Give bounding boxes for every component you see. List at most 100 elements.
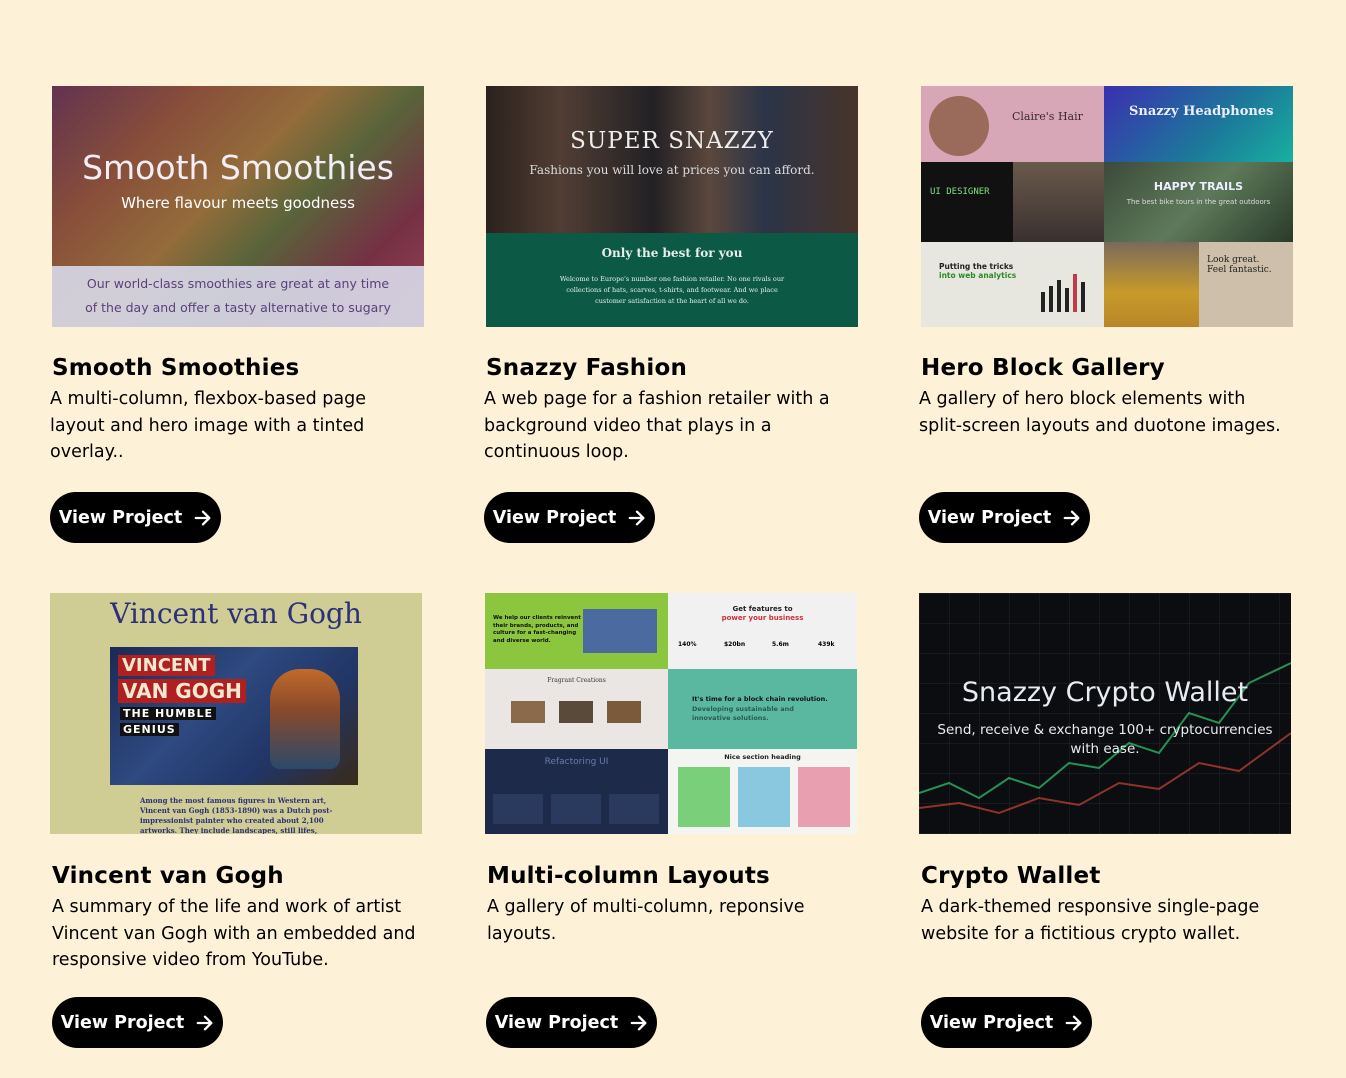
card-placeholder	[493, 794, 543, 824]
project-title: Vincent van Gogh	[52, 863, 284, 889]
button-label: View Project	[492, 507, 617, 528]
project-description: A multi-column, flexbox-based page layou…	[50, 389, 366, 462]
project-title: Multi-column Layouts	[487, 863, 770, 889]
thumb-heading: Snazzy Crypto Wallet	[961, 677, 1249, 708]
arrow-right-icon	[1063, 510, 1080, 525]
card-placeholder	[798, 767, 850, 827]
claires-hair-cell: Claire's Hair	[921, 86, 1104, 162]
portrait-image	[929, 96, 989, 156]
quadrant-title: Refactoring UI	[544, 757, 609, 767]
project-card-multi-column: We help our clients reinvent their brand…	[485, 593, 859, 947]
cell-subtitle: The best bike tours in the great outdoor…	[1126, 198, 1271, 206]
cell-title: into web analytics	[939, 271, 1017, 280]
card-placeholder	[738, 767, 790, 827]
view-project-button[interactable]: View Project	[484, 492, 655, 543]
thumb-heading: Smooth Smoothies	[82, 148, 394, 187]
button-label: View Project	[494, 1012, 619, 1033]
stat: 140%	[678, 641, 697, 648]
thumb-tagline: Where flavour meets goodness	[121, 194, 355, 212]
photo-placeholder	[583, 609, 657, 653]
view-project-button[interactable]: View Project	[52, 997, 223, 1048]
cell-title: Putting the tricks	[939, 262, 1014, 271]
button-label: View Project	[60, 1012, 185, 1033]
look-great-cell: Look great. Feel fantastic.	[1199, 242, 1293, 327]
stat: 439k	[818, 641, 835, 648]
quadrant-title: It's time for a block chain revolution.	[692, 695, 828, 703]
cell-title: UI DESIGNER	[930, 187, 990, 197]
arrow-right-icon	[196, 1015, 213, 1030]
view-project-button[interactable]: View Project	[486, 997, 657, 1048]
video-subtitle: THE HUMBLE	[120, 707, 217, 720]
arrow-right-icon	[628, 510, 645, 525]
stat: $20bn	[724, 641, 746, 648]
green-band: Only the best for you Welcome to Europe'…	[486, 233, 858, 327]
project-card-van-gogh: Vincent van Gogh VINCENT VAN GOGH THE HU…	[50, 593, 424, 974]
quadrant-title: Fragrant Creations	[547, 677, 606, 684]
project-thumbnail[interactable]: Vincent van Gogh VINCENT VAN GOGH THE HU…	[50, 593, 422, 834]
band-heading: Only the best for you	[601, 246, 743, 260]
video-subtitle: GENIUS	[120, 723, 179, 736]
layout-refactoring-quadrant: Refactoring UI	[485, 749, 668, 834]
project-description: A summary of the life and work of artist…	[52, 897, 416, 970]
cell-title: Look great.	[1207, 255, 1260, 265]
photo-placeholder	[559, 701, 593, 723]
quadrant-subtitle: power your business	[721, 614, 804, 622]
layout-features-quadrant: Get features to power your business 140%…	[668, 593, 857, 669]
project-description: A web page for a fashion retailer with a…	[484, 389, 830, 462]
arrow-right-icon	[1065, 1015, 1082, 1030]
cell-title: Claire's Hair	[1012, 110, 1083, 123]
thumb-line: Our world-class smoothies are great at a…	[86, 276, 390, 291]
thumb-heading: SUPER SNAZZY	[570, 128, 774, 154]
project-thumbnail[interactable]: We help our clients reinvent their brand…	[485, 593, 857, 834]
view-project-button[interactable]: View Project	[919, 492, 1090, 543]
thumb-tagline: Fashions you will love at prices you can…	[529, 163, 815, 177]
project-card-smoothies: Smooth Smoothies Where flavour meets goo…	[50, 86, 426, 466]
yellow-dress-photo-cell	[1104, 242, 1199, 327]
quadrant-subtitle: Developing sustainable and innovative so…	[692, 705, 794, 722]
embedded-video: VINCENT VAN GOGH THE HUMBLE GENIUS	[110, 647, 358, 785]
project-description: A dark-themed responsive single-page web…	[921, 897, 1260, 944]
project-card-crypto: Snazzy Crypto Wallet Send, receive & exc…	[919, 593, 1293, 947]
card-placeholder	[609, 794, 659, 824]
arrow-right-icon	[630, 1015, 647, 1030]
project-card-hero-gallery: Claire's Hair Snazzy Headphones UI DESIG…	[919, 86, 1295, 439]
button-label: View Project	[58, 507, 183, 528]
photo-dim-overlay	[486, 86, 858, 233]
thumb-text-box: Our world-class smoothies are great at a…	[52, 266, 424, 327]
desk-photo-cell	[1013, 162, 1104, 242]
project-thumbnail[interactable]: SUPER SNAZZY Fashions you will love at p…	[486, 86, 858, 327]
photo-placeholder	[511, 701, 545, 723]
project-description: A gallery of multi-column, reponsive lay…	[487, 897, 805, 944]
layout-blockchain-quadrant: It's time for a block chain revolution. …	[668, 669, 857, 749]
button-label: View Project	[927, 507, 1052, 528]
view-project-button[interactable]: View Project	[50, 492, 221, 543]
project-thumbnail[interactable]: Smooth Smoothies Where flavour meets goo…	[52, 86, 424, 327]
layout-green-quadrant: We help our clients reinvent their brand…	[485, 593, 668, 669]
project-thumbnail[interactable]: Claire's Hair Snazzy Headphones UI DESIG…	[921, 86, 1293, 327]
quadrant-title: Nice section heading	[724, 753, 801, 761]
quadrant-title: Get features to	[732, 605, 793, 613]
card-placeholder	[551, 794, 601, 824]
cell-title: Snazzy Headphones	[1129, 104, 1274, 119]
thumb-line: of the day and offer a tasty alternative…	[85, 300, 391, 315]
thumb-paragraph: Among the most famous figures in Western…	[140, 796, 333, 834]
headphones-cell: Snazzy Headphones	[1104, 86, 1293, 162]
project-thumbnail[interactable]: Snazzy Crypto Wallet Send, receive & exc…	[919, 593, 1291, 834]
stat: 5.6m	[772, 641, 789, 648]
bar-chart-icon	[1041, 274, 1085, 312]
thumb-heading: Vincent van Gogh	[110, 597, 362, 630]
project-title: Crypto Wallet	[921, 863, 1101, 889]
photo-placeholder	[607, 701, 641, 723]
thumb-tagline: Send, receive & exchange 100+ cryptocurr…	[937, 722, 1273, 757]
video-title: VAN GOGH	[118, 679, 246, 703]
card-placeholder	[678, 767, 730, 827]
candlestick-chart-image	[919, 662, 1291, 815]
ui-designer-cell: UI DESIGNER	[921, 162, 1013, 242]
project-title: Snazzy Fashion	[486, 355, 688, 381]
layout-section-quadrant: Nice section heading	[668, 749, 857, 834]
button-label: View Project	[929, 1012, 1054, 1033]
happy-trails-cell: HAPPY TRAILS The best bike tours in the …	[1104, 162, 1293, 242]
video-title: VINCENT	[118, 655, 215, 676]
view-project-button[interactable]: View Project	[921, 997, 1092, 1048]
project-card-fashion: SUPER SNAZZY Fashions you will love at p…	[484, 86, 860, 466]
